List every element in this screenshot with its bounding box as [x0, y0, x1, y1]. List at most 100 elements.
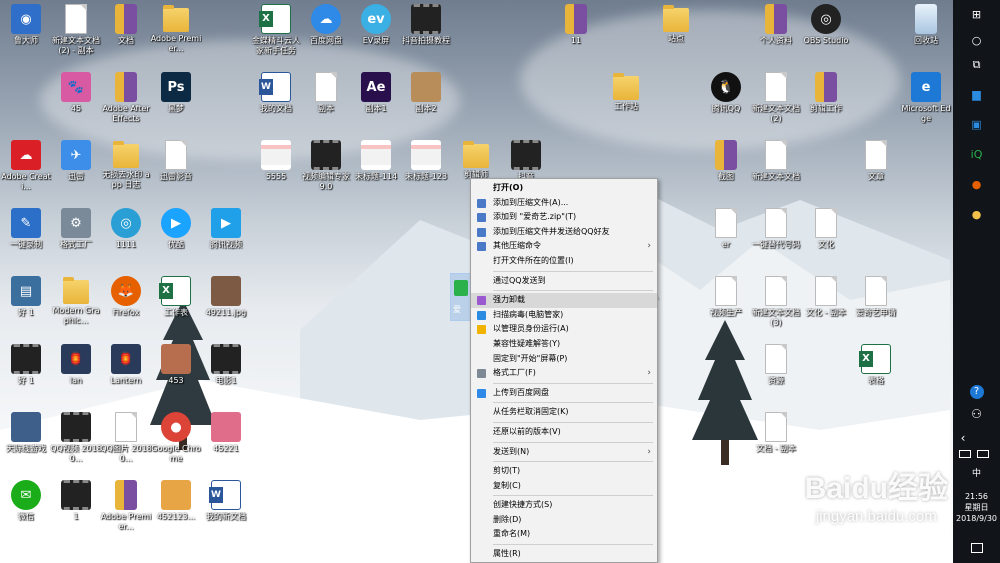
desktop-icon[interactable]: 工作表	[150, 276, 202, 318]
context-menu-item[interactable]: 格式工厂(F) ›	[471, 366, 657, 381]
desktop-icon[interactable]: 天际线游戏	[0, 412, 52, 454]
desktop-icon[interactable]: ▤ 好 1	[0, 276, 52, 318]
context-menu-item[interactable]: 扫描病毒(电脑管家)	[471, 308, 657, 323]
context-menu-item[interactable]: 发送到(N) ›	[471, 445, 657, 460]
desktop-icon[interactable]: ● Google Chrome	[150, 412, 202, 464]
desktop-icon[interactable]: 我的文档	[250, 72, 302, 114]
desktop-icon[interactable]: 🏮 Lantern	[100, 344, 152, 386]
desktop-icon[interactable]: 视频编辑专家 9.0	[300, 140, 352, 192]
desktop-icon[interactable]: ev EV录屏	[350, 4, 402, 46]
desktop-icon[interactable]: 个人资料	[750, 4, 802, 46]
desktop-icon[interactable]: 工作站	[600, 72, 652, 112]
desktop-icon[interactable]: Ps 黑梦	[150, 72, 202, 114]
desktop-icon[interactable]: 剪辑工作	[800, 72, 852, 114]
desktop-icon[interactable]: 一键替代号码	[750, 208, 802, 250]
desktop-icon[interactable]: 5555	[250, 140, 302, 182]
desktop-icon[interactable]: 好 1	[0, 344, 52, 386]
desktop-icon[interactable]: 未标题-114	[350, 140, 402, 182]
context-menu-item[interactable]: 添加到压缩文件并发送给QQ好友	[471, 225, 657, 240]
desktop-icon[interactable]: 回收站	[900, 4, 952, 46]
desktop-icon[interactable]: ✈ 迅雷	[50, 140, 102, 182]
desktop-icon[interactable]: QQ视频 20180...	[50, 412, 102, 464]
context-menu-item[interactable]: 删除(D)	[471, 513, 657, 528]
app-button[interactable]: ●	[953, 208, 1000, 221]
desktop-icon[interactable]: 迅雷影音	[150, 140, 202, 182]
desktop-icon[interactable]: 无损去水印 app 日志	[100, 140, 152, 190]
desktop-icon[interactable]: 🦊 Firefox	[100, 276, 152, 318]
desktop-icon[interactable]: 未标题-123	[400, 140, 452, 182]
desktop-icon[interactable]: 抖音	[500, 140, 552, 182]
taskbar-clock[interactable]: 21:56 星期日 2018/9/30	[953, 491, 1000, 524]
desktop-icon[interactable]: ⚙ 格式工厂	[50, 208, 102, 250]
desktop-icon[interactable]: 🐾 45	[50, 72, 102, 114]
context-menu-item[interactable]: 还原以前的版本(V)	[471, 425, 657, 440]
desktop-icon[interactable]: 我的新文档	[200, 480, 252, 522]
context-menu-item[interactable]: 添加到压缩文件(A)...	[471, 196, 657, 211]
desktop-icon[interactable]: Adobe Premier...	[150, 4, 202, 54]
desktop-icon[interactable]: 站点	[650, 4, 702, 44]
action-center-button[interactable]	[953, 538, 1000, 557]
desktop-icon[interactable]: ✎ 一键录制	[0, 208, 52, 250]
context-menu-item[interactable]: 打开文件所在的位置(I)	[471, 254, 657, 269]
input-method-button[interactable]: 中	[953, 466, 1000, 479]
context-menu-item[interactable]: 复制(C)	[471, 479, 657, 494]
desktop-icon[interactable]: 453	[150, 344, 202, 386]
desktop-icon[interactable]: 45221	[200, 412, 252, 454]
desktop-icon[interactable]: Ae 副本1	[350, 72, 402, 114]
desktop-icon[interactable]: e Microsoft Edge	[900, 72, 952, 124]
desktop-icon[interactable]: 新建文本文档 (2) - 副本	[50, 4, 102, 56]
context-menu-item[interactable]: 兼容性疑难解答(Y)	[471, 337, 657, 352]
desktop-icon[interactable]: ◉ 鲁大师	[0, 4, 52, 46]
desktop-icon[interactable]: ▶ 优酷	[150, 208, 202, 250]
desktop-icon[interactable]: 剪辑师	[450, 140, 502, 180]
firefox-button[interactable]: ●	[953, 178, 1000, 191]
desktop-icon[interactable]: ◎ 1111	[100, 208, 152, 250]
desktop-icon[interactable]: 截图	[700, 140, 752, 182]
desktop-icon[interactable]: ◎ OBS Studio	[800, 4, 852, 46]
file-explorer-button[interactable]: ▆	[953, 88, 1000, 101]
iqiyi-button[interactable]: iQ	[953, 148, 1000, 161]
selected-desktop-icon[interactable]: 爱	[450, 273, 472, 321]
desktop-icon[interactable]: 副本2	[400, 72, 452, 114]
desktop-icon[interactable]: 新建文本文档 (3)	[750, 276, 802, 328]
desktop-icon[interactable]: QQ图片 20180...	[100, 412, 152, 464]
desktop-icon[interactable]: ☁ Adobe Creati...	[0, 140, 52, 192]
desktop-icon[interactable]: 电影1	[200, 344, 252, 386]
context-menu-item[interactable]: 重命名(M)	[471, 527, 657, 542]
desktop-icon[interactable]: 11	[550, 4, 602, 46]
battery-icon[interactable]	[959, 450, 971, 458]
context-menu-item[interactable]: 以管理员身份运行(A)	[471, 322, 657, 337]
desktop-icon[interactable]: 资源	[750, 344, 802, 386]
cortana-button[interactable]: ○	[953, 34, 1000, 47]
desktop-icon[interactable]: ✉ 微信	[0, 480, 52, 522]
desktop-icon[interactable]: ▶ 腾讯视频	[200, 208, 252, 250]
desktop-icon[interactable]: 文化	[800, 208, 852, 250]
help-tray-button[interactable]: ?	[953, 379, 1000, 399]
context-menu-item[interactable]: 强力卸载	[471, 293, 657, 308]
desktop-icon[interactable]: 🐧 腾讯QQ	[700, 72, 752, 114]
desktop-icon[interactable]: Adobe Premier...	[100, 480, 152, 532]
desktop-icon[interactable]: 表格	[850, 344, 902, 386]
store-button[interactable]: ▣	[953, 118, 1000, 131]
desktop-icon[interactable]: 452123...	[150, 480, 202, 522]
desktop-icon[interactable]: 文档 - 副本	[750, 412, 802, 454]
task-view-button[interactable]: ⧉	[953, 58, 1000, 72]
desktop-icon[interactable]: 文档	[100, 4, 152, 46]
desktop-icon[interactable]: 金蝶精斗云人家新手任务	[250, 4, 302, 56]
context-menu-item[interactable]: 通过QQ发送到	[471, 274, 657, 289]
desktop-icon[interactable]: Modern Graphic...	[50, 276, 102, 326]
context-menu-item[interactable]: 打开(O)	[471, 181, 657, 196]
context-menu-item[interactable]: 其他压缩命令 ›	[471, 239, 657, 254]
context-menu-item[interactable]: 属性(R)	[471, 547, 657, 562]
context-menu-item[interactable]: 创建快捷方式(S)	[471, 498, 657, 513]
desktop-icon[interactable]: Adobe After Effects	[100, 72, 152, 124]
desktop-icon[interactable]: 49211.jpg	[200, 276, 252, 318]
desktop-icon[interactable]: 新建文本文档	[750, 140, 802, 182]
desktop-icon[interactable]: 文章	[850, 140, 902, 182]
desktop-icon[interactable]: 爱奇艺申请	[850, 276, 902, 318]
context-menu-item[interactable]: 上传到百度网盘	[471, 386, 657, 401]
desktop-icon[interactable]: 副本	[300, 72, 352, 114]
context-menu-item[interactable]: 从任务栏取消固定(K)	[471, 405, 657, 420]
desktop-icon[interactable]: 文化 - 副本	[800, 276, 852, 318]
network-icon[interactable]	[977, 450, 989, 458]
